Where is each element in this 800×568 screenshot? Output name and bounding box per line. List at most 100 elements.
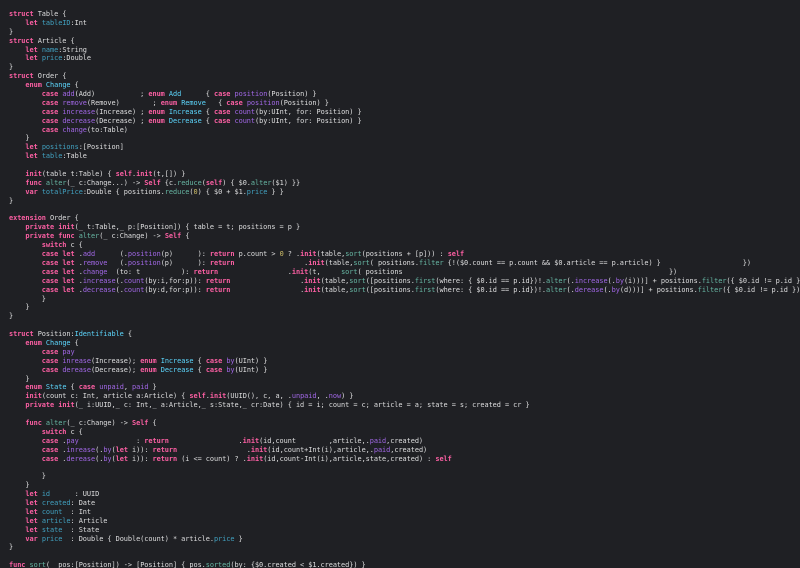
code-token: { <box>201 116 214 125</box>
code-token: i)): <box>127 454 153 463</box>
code-token: let <box>62 258 75 267</box>
code-token: tableID <box>41 18 71 27</box>
code-token: ({ $0.id != p.id })))) <box>722 285 800 294</box>
code-editor[interactable]: struct Table { let tableID:Int} struct Ar… <box>0 0 800 568</box>
code-token: (Remove) ; <box>86 98 161 107</box>
code-token: alter <box>546 276 567 285</box>
code-token: { <box>123 330 132 339</box>
code-token: (t, <box>308 267 342 276</box>
code-line: case pay <box>9 348 800 357</box>
code-line: } <box>9 472 800 481</box>
code-token: by <box>611 285 620 294</box>
code-token: case <box>41 107 59 116</box>
code-token: init <box>209 392 227 401</box>
code-token: change <box>62 125 87 134</box>
code-token: Position: <box>33 330 75 339</box>
code-token: case <box>214 107 231 116</box>
code-token: count <box>234 107 256 116</box>
code-line: private init(_ i:UUID,_ c: Int,_ a:Artic… <box>9 401 800 410</box>
code-token: { <box>181 232 190 241</box>
code-token: positions <box>41 143 79 152</box>
code-token: count <box>123 285 145 294</box>
code-token: (Decrease) ; <box>95 116 149 125</box>
code-token: let <box>25 45 38 54</box>
code-line: ​ <box>9 410 800 419</box>
code-token: (. <box>107 258 128 267</box>
code-token: by <box>103 454 112 463</box>
code-token: { <box>66 383 79 392</box>
code-line: case change(to:Table) <box>9 126 800 135</box>
code-line: ​ <box>9 321 800 330</box>
code-token: table <box>41 152 63 161</box>
code-token: init <box>25 170 42 179</box>
code-token: case <box>41 116 59 125</box>
code-line: } <box>9 312 800 321</box>
code-token: (Add) ; <box>74 90 149 99</box>
code-line: let article: Article <box>9 517 800 526</box>
code-token: init <box>291 267 309 276</box>
code-token: (table t:Table) { <box>41 170 116 179</box>
code-token: } } <box>267 187 284 196</box>
code-token: { <box>201 107 214 116</box>
code-token: i)): <box>127 445 153 454</box>
code-token: decrease <box>82 285 116 294</box>
code-token: self <box>189 392 206 401</box>
code-token: return <box>152 445 178 454</box>
code-line: } <box>9 197 800 206</box>
code-token: case <box>41 250 59 259</box>
code-token: sorted <box>205 561 231 568</box>
code-token: (table, <box>324 258 354 267</box>
code-line: case let .decrease(.count(by:d,for:p)): … <box>9 286 800 295</box>
code-token: by <box>103 445 112 454</box>
code-token: } <box>9 63 14 72</box>
code-token: reduce <box>164 187 190 196</box>
code-token: ,created) <box>386 436 424 445</box>
code-token: init <box>58 401 75 410</box>
code-token: filter <box>697 285 723 294</box>
code-token: { <box>148 418 157 427</box>
code-token: (_ pos:[Position]) -> [Position] { pos. <box>45 561 206 568</box>
code-token: case <box>41 436 59 445</box>
code-token: count <box>123 276 145 285</box>
code-token: alter <box>546 285 567 294</box>
code-token: . <box>177 445 251 454</box>
code-token: case <box>41 125 59 134</box>
code-token: (_ c:Change) -> <box>66 418 132 427</box>
code-token: return <box>193 267 219 276</box>
code-token: paid <box>132 383 149 392</box>
code-token: filter <box>701 276 727 285</box>
code-line: case .pay : return .init(id,count ,artic… <box>9 437 800 446</box>
code-token: :Double { positions. <box>82 187 165 196</box>
code-token: init <box>136 170 153 179</box>
code-token: totalPrice <box>41 187 83 196</box>
code-token: Add <box>168 90 182 99</box>
code-token: (i <= count) ? . <box>177 454 247 463</box>
code-token: } <box>9 312 14 321</box>
code-token: sort <box>345 250 362 259</box>
code-token: Identifiable <box>74 330 124 339</box>
code-token: let <box>25 18 38 27</box>
code-token: switch <box>41 241 67 250</box>
code-token: (t,[]) } <box>152 170 186 179</box>
code-token: init <box>300 250 317 259</box>
code-token: case <box>41 347 59 356</box>
code-line: init(count c: Int, article a:Article) { … <box>9 392 800 401</box>
code-token: first <box>414 276 436 285</box>
code-token: :Table <box>62 152 87 161</box>
code-token: } <box>9 27 14 36</box>
code-token: (Position) } <box>279 98 329 107</box>
code-token: (table, <box>316 250 346 259</box>
code-token: (by:i,for:p)): <box>144 276 206 285</box>
